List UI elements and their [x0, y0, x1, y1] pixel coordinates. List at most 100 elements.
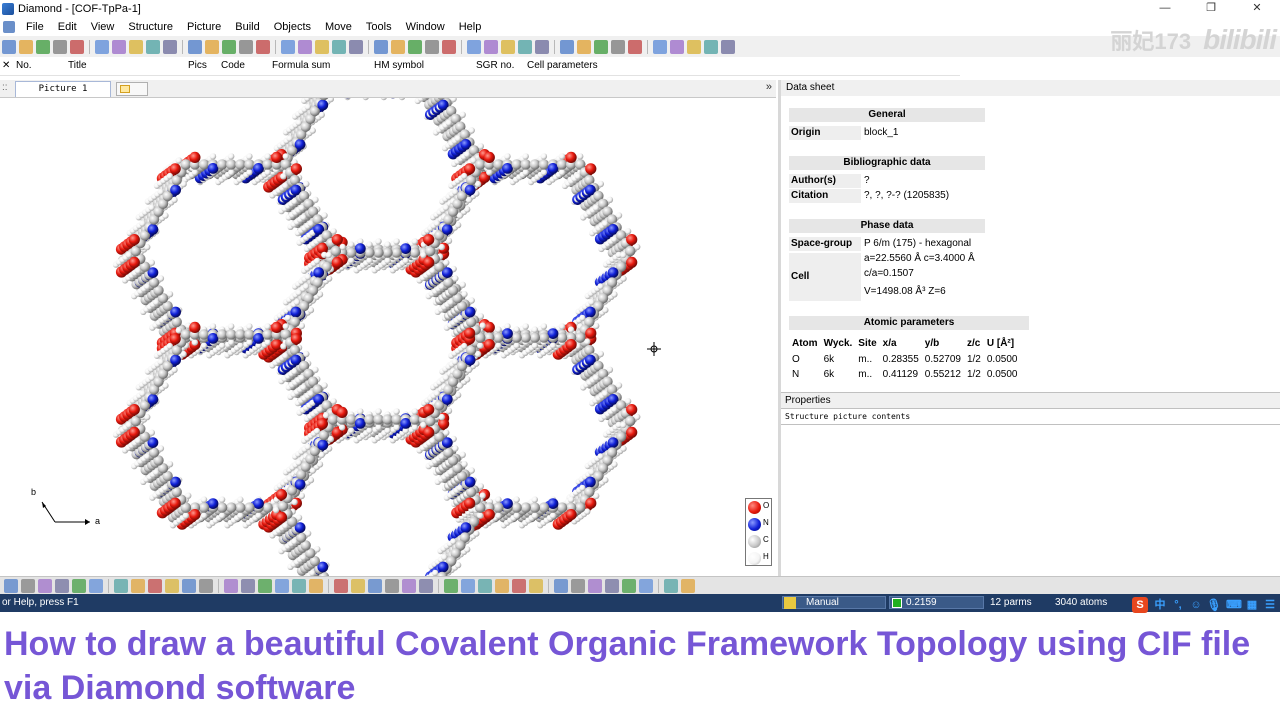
hydrogen-atom [402, 257, 409, 264]
select-icon[interactable] [239, 39, 253, 54]
menu-objects[interactable]: Objects [267, 21, 318, 33]
filter-icon[interactable] [594, 39, 608, 54]
new-picture-button[interactable] [116, 82, 148, 96]
col-title[interactable]: Title [68, 60, 87, 71]
preview-icon[interactable] [70, 39, 84, 54]
undo-icon[interactable] [146, 39, 160, 54]
label-icon[interactable] [374, 39, 388, 54]
color-icon[interactable] [281, 39, 295, 54]
lock-icon[interactable] [721, 39, 735, 54]
menu-build[interactable]: Build [228, 21, 266, 33]
view-icon[interactable] [391, 39, 405, 54]
chart-icon[interactable] [687, 39, 701, 54]
hydrogen-atom [375, 238, 382, 245]
minimize-button[interactable]: — [1142, 0, 1188, 17]
menu-window[interactable]: Window [399, 21, 452, 33]
hydrogen-atom [398, 98, 406, 101]
export-icon[interactable] [425, 39, 439, 54]
folder-icon [120, 85, 130, 93]
toolbar-separator [554, 39, 555, 54]
toolbar-separator [275, 39, 276, 54]
grid-icon[interactable] [256, 39, 270, 54]
polyhedron-icon[interactable] [349, 39, 363, 54]
toolbar-separator [182, 39, 183, 54]
col-hm-symbol[interactable]: HM symbol [374, 60, 424, 71]
toolbar-separator [647, 39, 648, 54]
bond-icon[interactable] [315, 39, 329, 54]
col-code[interactable]: Code [221, 60, 245, 71]
menu-file[interactable]: File [19, 21, 51, 33]
watermark-text: 丽妃173 [1110, 29, 1192, 54]
hydrogen-atom [384, 427, 391, 434]
pin-icon[interactable] [611, 39, 625, 54]
refresh-icon[interactable] [518, 39, 532, 54]
hydrogen-atom [362, 98, 369, 101]
tab-picture-1[interactable]: Picture 1 [15, 81, 111, 97]
tabs-more-icon[interactable]: » [766, 81, 772, 93]
picture-tabs: :: Picture 1 » [0, 80, 776, 98]
rotate-icon[interactable] [222, 39, 236, 54]
nitrogen-atom [400, 243, 412, 255]
col-no[interactable]: No. [16, 60, 32, 71]
hydrogen-atom [393, 238, 400, 245]
toolbar-separator [461, 39, 462, 54]
structure-list-header: ✕ No. Title Pics Code Formula sum HM sym… [0, 57, 960, 76]
title-bar: Diamond - [COF-TpPa-1] — ❐ ✕ [0, 0, 1280, 17]
info-icon[interactable] [484, 39, 498, 54]
menu-tools[interactable]: Tools [359, 21, 399, 33]
cell-icon[interactable] [298, 39, 312, 54]
col-pics[interactable]: Pics [188, 60, 207, 71]
app-icon [2, 2, 14, 15]
zoom-icon[interactable] [188, 39, 202, 54]
measure-icon[interactable] [467, 39, 481, 54]
structure-canvas[interactable]: b a O N C H [0, 98, 778, 576]
menu-edit[interactable]: Edit [51, 21, 84, 33]
menu-bar: File Edit View Structure Picture Build O… [0, 17, 1280, 36]
menu-structure[interactable]: Structure [121, 21, 180, 33]
bilibili-logo: bilibili [1203, 24, 1277, 55]
carbon-atom [409, 247, 420, 258]
picture-icon[interactable] [408, 39, 422, 54]
redo-icon[interactable] [163, 39, 177, 54]
window-title: Diamond - [COF-TpPa-1] [18, 2, 141, 15]
col-formula[interactable]: Formula sum [272, 60, 330, 71]
star-icon[interactable] [628, 39, 642, 54]
pen-icon[interactable] [704, 39, 718, 54]
new-icon[interactable] [2, 39, 16, 54]
search-icon[interactable] [560, 39, 574, 54]
cut-icon[interactable] [112, 39, 126, 54]
maximize-button[interactable]: ❐ [1188, 0, 1234, 17]
table-icon[interactable] [670, 39, 684, 54]
link-icon[interactable] [653, 39, 667, 54]
paste-icon[interactable] [129, 39, 143, 54]
close-button[interactable]: ✕ [1234, 0, 1280, 17]
menu-help[interactable]: Help [452, 21, 489, 33]
layer-icon[interactable] [442, 39, 456, 54]
hydrogen-atom [380, 98, 387, 101]
copy-icon[interactable] [95, 39, 109, 54]
hydrogen-atom [411, 238, 418, 245]
hydrogen-atom [366, 427, 373, 434]
window-controls: — ❐ ✕ [1142, 0, 1280, 17]
move-icon[interactable] [205, 39, 219, 54]
watermark: 丽妃173 bilibili [1110, 20, 1280, 60]
print-icon[interactable] [53, 39, 67, 54]
app-window: Diamond - [COF-TpPa-1] — ❐ ✕ File Edit V… [0, 0, 1280, 720]
col-cell[interactable]: Cell parameters [527, 60, 598, 71]
help-icon[interactable] [535, 39, 549, 54]
menu-view[interactable]: View [84, 21, 122, 33]
open-icon[interactable] [19, 39, 33, 54]
close-list-icon[interactable]: ✕ [2, 60, 10, 71]
toolbar-separator [368, 39, 369, 54]
menu-move[interactable]: Move [318, 21, 359, 33]
tool-icon[interactable] [577, 39, 591, 54]
main-toolbar [0, 36, 1280, 57]
menu-picture[interactable]: Picture [180, 21, 228, 33]
save-icon[interactable] [36, 39, 50, 54]
col-sgr[interactable]: SGR no. [476, 60, 514, 71]
document-icon[interactable] [3, 20, 15, 33]
grip-icon[interactable]: :: [2, 82, 8, 93]
cof-structure-drawing[interactable] [0, 98, 778, 576]
atom-icon[interactable] [332, 39, 346, 54]
settings-icon[interactable] [501, 39, 515, 54]
